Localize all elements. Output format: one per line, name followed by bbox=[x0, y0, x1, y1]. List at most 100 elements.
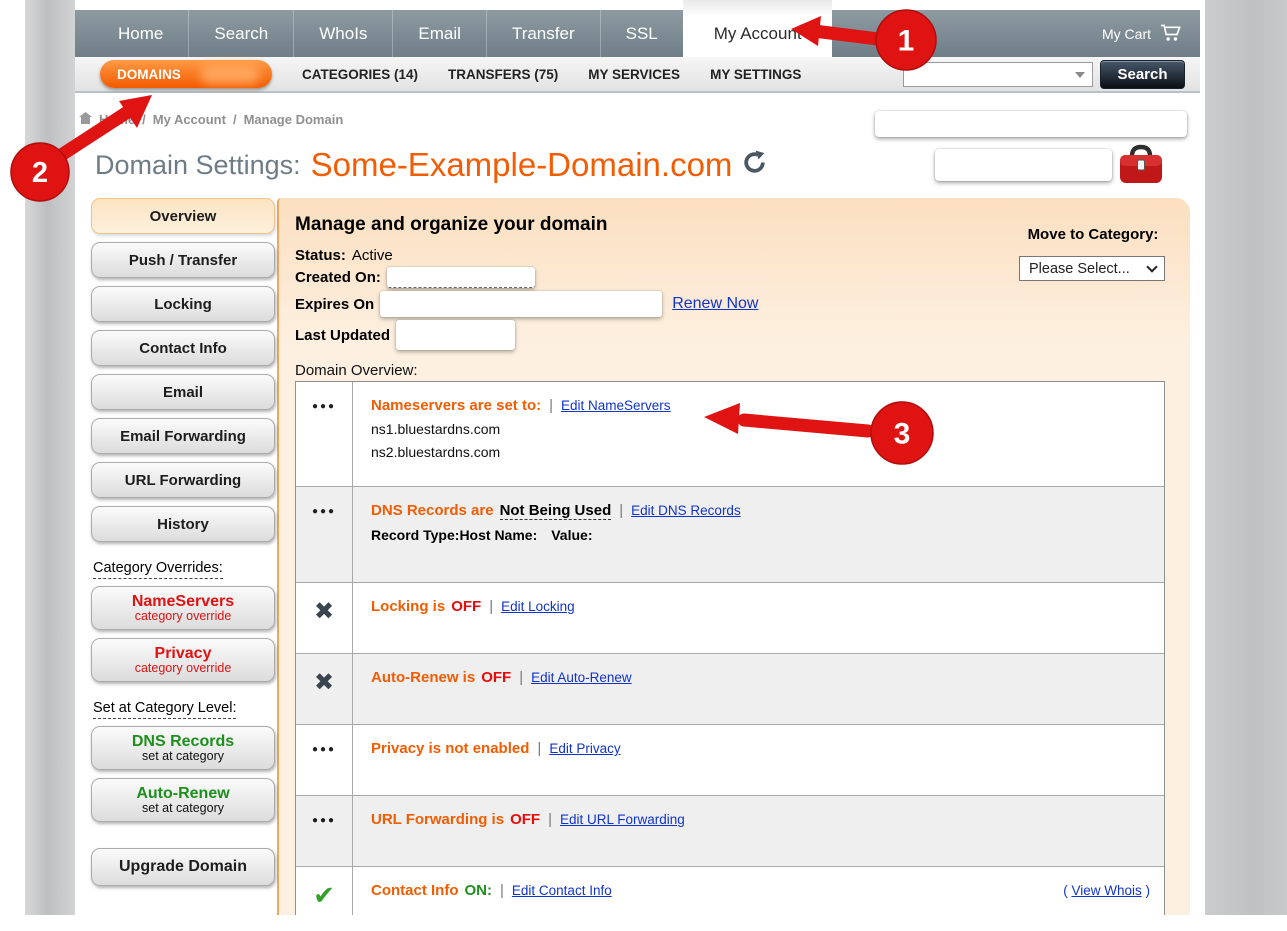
sidebar-item-locking[interactable]: Locking bbox=[91, 286, 275, 322]
nav-tab-transfer[interactable]: Transfer bbox=[486, 10, 600, 57]
sidebar-item-url-forwarding[interactable]: URL Forwarding bbox=[91, 462, 275, 498]
sidebar-item-history[interactable]: History bbox=[91, 506, 275, 542]
sidebar-item-push-transfer[interactable]: Push / Transfer bbox=[91, 242, 275, 278]
table-row-locking: ✖ Locking is OFF | Edit Locking bbox=[296, 582, 1164, 653]
renew-now-link[interactable]: Renew Now bbox=[672, 295, 758, 313]
set-at-category-label: Set at Category Level: bbox=[93, 700, 275, 716]
privacy-override-title: Privacy bbox=[155, 645, 212, 662]
category-select[interactable]: Please Select... bbox=[1019, 256, 1165, 281]
auto-renew-category-subtitle: set at category bbox=[142, 802, 224, 816]
table-row-nameservers: ●●● Nameservers are set to: | Edit NameS… bbox=[296, 382, 1164, 486]
nav-tab-search[interactable]: Search bbox=[188, 10, 293, 57]
nav-tab-whois[interactable]: WhoIs bbox=[293, 10, 392, 57]
page-title: Domain Settings: Some-Example-Domain.com bbox=[95, 146, 767, 184]
nav-tab-ssl[interactable]: SSL bbox=[600, 10, 683, 57]
sidebar: Overview Push / Transfer Locking Contact… bbox=[91, 198, 275, 894]
edit-contact-info-link[interactable]: Edit Contact Info bbox=[512, 883, 612, 898]
top-navigation: Home Search WhoIs Email Transfer SSL My … bbox=[75, 10, 1200, 57]
section-heading: Manage and organize your domain bbox=[295, 214, 608, 236]
sidebar-item-contact-info[interactable]: Contact Info bbox=[91, 330, 275, 366]
row-title: DNS Records are bbox=[371, 502, 494, 519]
row-title: Auto-Renew is bbox=[371, 669, 475, 686]
breadcrumb-manage-domain: Manage Domain bbox=[244, 112, 344, 127]
sidebar-item-privacy-override[interactable]: Privacy category override bbox=[91, 638, 275, 682]
row-status: OFF bbox=[510, 811, 540, 828]
redacted-created-date bbox=[387, 267, 535, 288]
expires-on-label: Expires On bbox=[295, 296, 374, 313]
dots-icon: ●●● bbox=[312, 506, 336, 582]
subnav-item-my-settings[interactable]: MY SETTINGS bbox=[710, 67, 801, 82]
dns-records-category-subtitle: set at category bbox=[142, 750, 224, 764]
category-select-value: Please Select... bbox=[1029, 261, 1130, 277]
subnav-item-transfers[interactable]: TRANSFERS (75) bbox=[448, 67, 558, 82]
table-row-privacy: ●●● Privacy is not enabled | Edit Privac… bbox=[296, 724, 1164, 795]
nameserver-2: ns2.bluestardns.com bbox=[371, 444, 1146, 460]
subnav-item-my-services[interactable]: MY SERVICES bbox=[588, 67, 680, 82]
edit-dns-records-link[interactable]: Edit DNS Records bbox=[631, 503, 741, 518]
refresh-icon[interactable] bbox=[742, 150, 767, 180]
sidebar-item-dns-records-category[interactable]: DNS Records set at category bbox=[91, 726, 275, 770]
breadcrumb-home[interactable]: Home bbox=[99, 112, 135, 127]
sidebar-item-auto-renew-category[interactable]: Auto-Renew set at category bbox=[91, 778, 275, 822]
status-block: Status: Active Created On: Expires On Re… bbox=[295, 247, 758, 353]
edit-nameservers-link[interactable]: Edit NameServers bbox=[561, 398, 671, 413]
breadcrumb: Home / My Account / Manage Domain bbox=[79, 112, 343, 127]
value-label: Value: bbox=[551, 527, 592, 543]
status-value: Active bbox=[352, 247, 393, 264]
my-cart-label: My Cart bbox=[1102, 26, 1151, 42]
category-overrides-label: Category Overrides: bbox=[93, 560, 275, 576]
row-title: Privacy is not enabled bbox=[371, 740, 529, 757]
breadcrumb-separator: / bbox=[142, 112, 146, 127]
sidebar-item-overview[interactable]: Overview bbox=[91, 198, 275, 234]
chevron-down-icon bbox=[1146, 261, 1157, 272]
row-status: OFF bbox=[481, 669, 511, 686]
row-title: URL Forwarding is bbox=[371, 811, 504, 828]
toolbox-icon[interactable] bbox=[1118, 143, 1164, 192]
nameserver-1: ns1.bluestardns.com bbox=[371, 421, 1146, 437]
nav-tab-home[interactable]: Home bbox=[93, 10, 188, 57]
nameservers-override-title: NameServers bbox=[132, 593, 234, 610]
auto-renew-category-title: Auto-Renew bbox=[136, 785, 229, 802]
upgrade-domain-button[interactable]: Upgrade Domain bbox=[91, 848, 275, 886]
table-row-url-forwarding: ●●● URL Forwarding is OFF | Edit URL For… bbox=[296, 795, 1164, 866]
status-label: Status: bbox=[295, 247, 346, 264]
sidebar-item-email-forwarding[interactable]: Email Forwarding bbox=[91, 418, 275, 454]
cross-icon: ✖ bbox=[314, 668, 334, 724]
breadcrumb-my-account[interactable]: My Account bbox=[153, 112, 226, 127]
view-whois-link[interactable]: View Whois bbox=[1071, 883, 1141, 898]
home-icon bbox=[79, 112, 92, 127]
edit-locking-link[interactable]: Edit Locking bbox=[501, 599, 575, 614]
sidebar-item-email[interactable]: Email bbox=[91, 374, 275, 410]
page-title-prefix: Domain Settings: bbox=[95, 150, 301, 181]
search-button[interactable]: Search bbox=[1100, 60, 1185, 89]
page-title-domain: Some-Example-Domain.com bbox=[311, 146, 733, 184]
domain-overview-label: Domain Overview: bbox=[295, 362, 418, 379]
created-on-label: Created On: bbox=[295, 269, 381, 286]
sidebar-item-nameservers-override[interactable]: NameServers category override bbox=[91, 586, 275, 630]
my-cart-button[interactable]: My Cart bbox=[1102, 10, 1184, 57]
nav-tab-my-account[interactable]: My Account bbox=[683, 0, 832, 57]
nav-tab-email[interactable]: Email bbox=[392, 10, 486, 57]
breadcrumb-separator: / bbox=[233, 112, 237, 127]
right-gutter bbox=[1205, 0, 1287, 915]
subnav-item-categories[interactable]: CATEGORIES (14) bbox=[302, 67, 418, 82]
row-status: OFF bbox=[451, 598, 481, 615]
table-row-dns-records: ●●● DNS Records are Not Being Used | Edi… bbox=[296, 486, 1164, 582]
redacted-blur bbox=[200, 64, 260, 84]
edit-url-forwarding-link[interactable]: Edit URL Forwarding bbox=[560, 812, 685, 827]
edit-auto-renew-link[interactable]: Edit Auto-Renew bbox=[531, 670, 632, 685]
redacted-box bbox=[935, 149, 1112, 181]
domain-overview-table: ●●● Nameservers are set to: | Edit NameS… bbox=[295, 381, 1165, 925]
record-type-label: Record Type: bbox=[371, 527, 459, 543]
cart-icon bbox=[1160, 23, 1184, 45]
last-updated-label: Last Updated bbox=[295, 327, 390, 344]
privacy-override-subtitle: category override bbox=[135, 662, 232, 676]
chevron-down-icon bbox=[1075, 72, 1085, 78]
subnav-item-domains[interactable]: DOMAINS bbox=[100, 60, 272, 88]
edit-privacy-link[interactable]: Edit Privacy bbox=[549, 741, 620, 756]
redacted-box bbox=[875, 111, 1187, 137]
sub-navigation: DOMAINS CATEGORIES (14) TRANSFERS (75) M… bbox=[75, 57, 1200, 93]
row-title: Nameservers are set to: bbox=[371, 397, 541, 414]
row-status: ON: bbox=[465, 882, 493, 899]
search-combobox[interactable] bbox=[903, 62, 1093, 87]
